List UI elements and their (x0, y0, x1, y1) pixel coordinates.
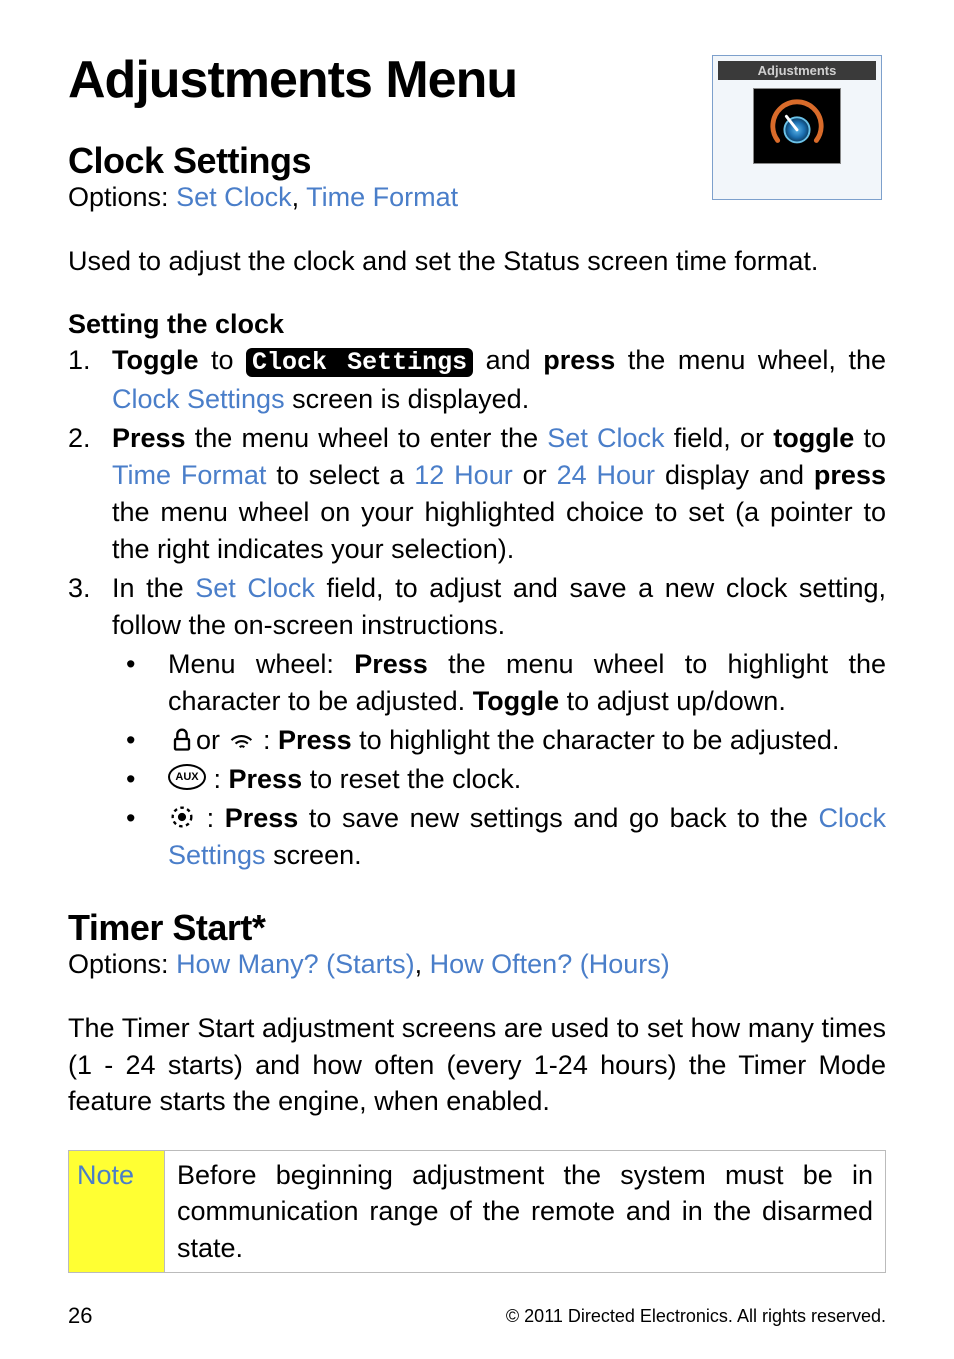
thumbnail-title: Adjustments (718, 61, 876, 80)
timer-start-description: The Timer Start adjustment screens are u… (68, 1010, 886, 1119)
timer-start-options: Options: How Many? (Starts), How Often? … (68, 949, 886, 980)
signal-icon (228, 725, 256, 753)
list-item: • AUX : Press to reset the clock. (112, 761, 886, 798)
list-item: • : Press to save new settings and go ba… (112, 800, 886, 874)
note-box: Note Before beginning adjustment the sys… (68, 1150, 886, 1273)
clock-instructions-list: 1. Toggle to Clock Settings and press th… (68, 342, 886, 875)
clock-settings-chip: Clock Settings (246, 348, 473, 377)
setting-the-clock-heading: Setting the clock (68, 309, 886, 340)
adjustments-thumbnail: Adjustments (712, 55, 882, 200)
sub-bullet-list: • Menu wheel: Press the menu wheel to hi… (112, 646, 886, 874)
list-item: 3. In the Set Clock field, to adjust and… (68, 570, 886, 876)
clock-settings-description: Used to adjust the clock and set the Sta… (68, 243, 886, 279)
page-footer: 26 © 2011 Directed Electronics. All righ… (68, 1303, 886, 1329)
lock-icon (168, 725, 196, 753)
thumbnail-dial-icon (753, 88, 841, 164)
timer-start-heading: Timer Start* (68, 907, 886, 949)
copyright-text: © 2011 Directed Electronics. All rights … (506, 1306, 886, 1327)
note-text: Before beginning adjustment the system m… (165, 1151, 885, 1272)
list-item: 2. Press the menu wheel to enter the Set… (68, 420, 886, 568)
function-icon (168, 803, 196, 831)
list-item: 1. Toggle to Clock Settings and press th… (68, 342, 886, 417)
aux-button-icon: AUX (168, 764, 206, 790)
page-number: 26 (68, 1303, 92, 1329)
list-item: • or : Press to highlight the character … (112, 722, 886, 759)
list-item: • Menu wheel: Press the menu wheel to hi… (112, 646, 886, 720)
note-label: Note (69, 1151, 165, 1272)
